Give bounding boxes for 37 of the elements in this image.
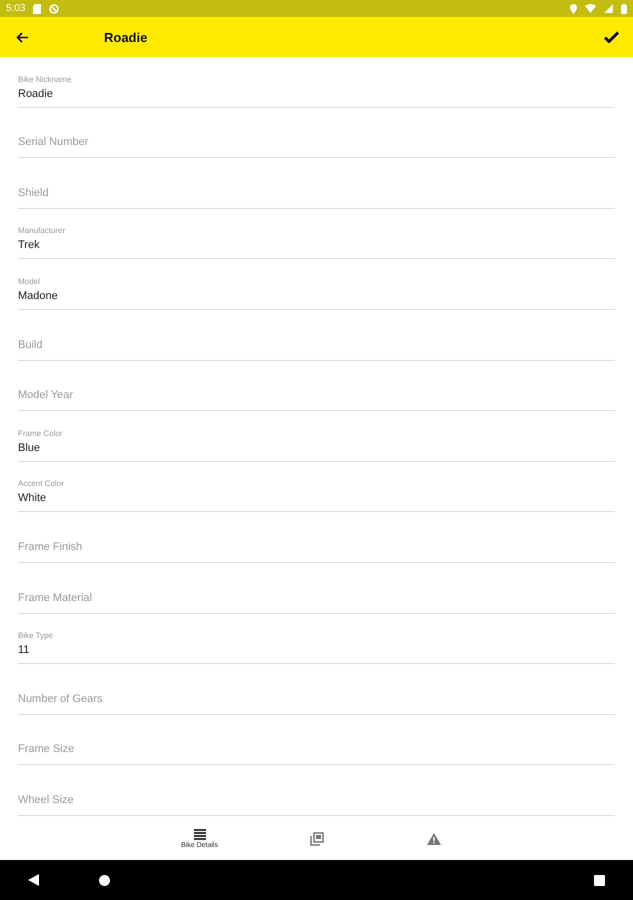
input-field[interactable]: 11 — [18, 644, 615, 664]
input-field[interactable]: White — [18, 492, 615, 512]
signal-icon — [604, 4, 613, 13]
field-label: Bike Type — [18, 631, 54, 640]
field-label: Model — [18, 276, 41, 286]
input-field[interactable]: Model Year — [18, 389, 615, 412]
blocked-icon — [49, 4, 60, 14]
wifi-icon — [585, 4, 596, 13]
checkmark-icon[interactable] — [604, 31, 619, 43]
input-field[interactable]: Wheel Size — [18, 794, 615, 816]
field-label: Bike Nickname — [18, 74, 72, 84]
location-icon — [570, 4, 577, 14]
input-field[interactable]: Madone — [18, 290, 615, 310]
input-field[interactable]: Frame Material — [18, 592, 615, 614]
input-field[interactable]: Serial Number — [18, 136, 615, 158]
input-field[interactable]: Number of Gears — [18, 692, 615, 715]
status-time: 5:03 — [6, 3, 26, 14]
back-icon[interactable] — [28, 874, 39, 886]
recents-icon[interactable] — [594, 874, 605, 886]
home-icon[interactable] — [99, 874, 110, 886]
field-label: Accent Color — [18, 479, 65, 488]
input-field[interactable]: Trek — [18, 239, 615, 260]
input-field[interactable]: Frame Finish — [18, 540, 615, 563]
warning-icon — [426, 832, 440, 844]
input-field[interactable]: Blue — [18, 442, 615, 462]
input-field[interactable]: Frame Size — [18, 743, 615, 766]
battery-icon — [621, 4, 627, 14]
input-field[interactable]: Build — [18, 338, 615, 361]
input-field[interactable]: Roadie — [18, 88, 615, 108]
menu-icon — [194, 828, 206, 840]
toolbar-title: Roadie — [104, 30, 148, 44]
back-arrow-icon[interactable] — [16, 32, 28, 42]
input-field[interactable]: Shield — [18, 186, 615, 209]
sd-card-icon — [33, 4, 42, 14]
photo-library-icon — [310, 832, 324, 846]
field-label: Manufacturer — [18, 226, 66, 236]
field-label: Frame Color — [18, 428, 64, 438]
